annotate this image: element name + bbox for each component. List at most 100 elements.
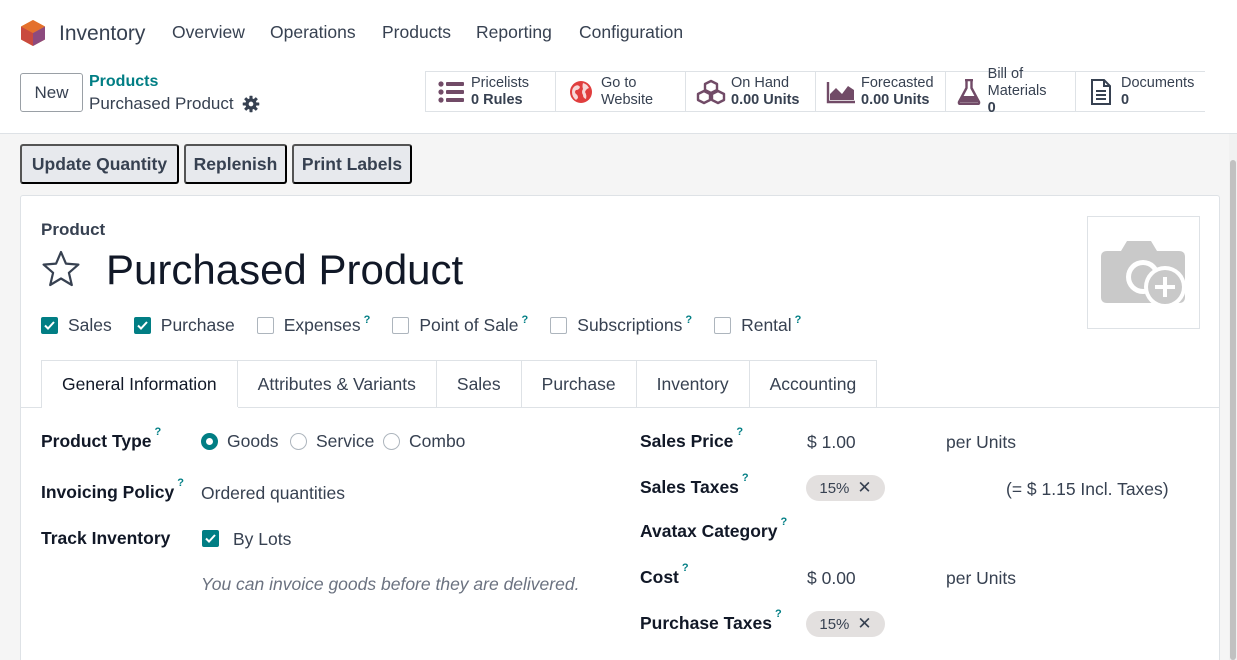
help-tooltip-icon[interactable]: ? — [780, 516, 787, 528]
invoicing-policy-label: Invoicing Policy? — [41, 477, 184, 503]
purchase-option[interactable]: Purchase — [133, 315, 235, 336]
expenses-checkbox[interactable] — [256, 316, 274, 334]
scrollbar-thumb[interactable] — [1230, 160, 1236, 660]
new-button[interactable]: New — [20, 73, 83, 112]
tab-general-information[interactable]: General Information — [41, 360, 238, 408]
sales-price-label-text: Sales Price — [640, 431, 734, 451]
flask-icon — [956, 77, 983, 107]
sales-price-incl-taxes: (= $ 1.15 Incl. Taxes) — [1006, 479, 1169, 499]
subscriptions-option[interactable]: Subscriptions? — [550, 314, 692, 336]
remove-tag-icon[interactable]: ✕ — [857, 478, 871, 498]
smart-label: Documents — [1121, 74, 1195, 91]
sales-price-input[interactable]: $ 1.00 — [807, 432, 856, 453]
tab-sales[interactable]: Sales — [435, 360, 522, 408]
tab-inventory[interactable]: Inventory — [635, 360, 750, 408]
track-inventory-checkbox[interactable] — [202, 530, 219, 547]
tab-purchase[interactable]: Purchase — [520, 360, 637, 408]
update-quantity-button[interactable]: Update Quantity — [20, 144, 179, 184]
product-name-input[interactable]: Purchased Product — [106, 246, 463, 294]
replenish-button[interactable]: Replenish — [184, 144, 287, 184]
product-type-service-label[interactable]: Service — [316, 431, 374, 452]
help-tooltip-icon[interactable]: ? — [742, 472, 749, 484]
invoicing-policy-select[interactable]: Ordered quantities — [201, 483, 345, 504]
smart-label: Forecasted — [861, 74, 934, 91]
purchase-tax-tag-label: 15% — [819, 615, 850, 633]
bill-of-materials-smart-button[interactable]: Bill of Materials 0 — [945, 66, 1075, 116]
help-tooltip-icon[interactable]: ? — [685, 314, 692, 326]
rental-option[interactable]: Rental? — [714, 314, 802, 336]
camera-plus-icon — [1100, 240, 1186, 308]
help-tooltip-icon[interactable]: ? — [177, 477, 184, 489]
scrollbar[interactable] — [1229, 134, 1237, 660]
documents-smart-button[interactable]: Documents 0 — [1075, 71, 1205, 112]
help-tooltip-icon[interactable]: ? — [775, 608, 782, 620]
cost-input[interactable]: $ 0.00 — [807, 568, 856, 589]
point-of-sale-checkbox[interactable] — [392, 316, 410, 334]
menu-reporting[interactable]: Reporting — [476, 22, 552, 43]
product-image-upload[interactable] — [1087, 216, 1200, 329]
help-tooltip-icon[interactable]: ? — [522, 314, 529, 326]
product-type-goods-label[interactable]: Goods — [227, 431, 279, 452]
sales-option[interactable]: Sales — [41, 315, 112, 336]
product-type-service-radio[interactable] — [290, 433, 307, 450]
globe-icon — [566, 77, 596, 107]
product-type-goods-radio[interactable] — [201, 433, 218, 450]
smart-buttons: Pricelists 0 Rules Go to Website On Hand… — [425, 66, 1205, 116]
forecasted-smart-button[interactable]: Forecasted 0.00 Units — [815, 71, 945, 112]
expenses-option-label: Expenses — [283, 314, 361, 335]
sales-option-label: Sales — [68, 314, 112, 335]
product-type-label: Product Type? — [41, 426, 161, 452]
smart-value: 0.00 Units — [731, 91, 800, 108]
subscriptions-option-label: Subscriptions — [577, 314, 683, 335]
gear-icon[interactable] — [242, 95, 260, 113]
menu-overview[interactable]: Overview — [172, 22, 245, 43]
print-labels-button[interactable]: Print Labels — [292, 144, 412, 184]
menu-configuration[interactable]: Configuration — [579, 22, 683, 43]
help-tooltip-icon[interactable]: ? — [682, 562, 689, 574]
purchase-taxes-label: Purchase Taxes? — [640, 608, 782, 634]
sales-checkbox[interactable] — [41, 316, 58, 334]
purchase-tax-tag[interactable]: 15% ✕ — [806, 611, 885, 637]
product-type-combo-label[interactable]: Combo — [409, 431, 465, 452]
list-icon — [436, 77, 466, 107]
tab-accounting[interactable]: Accounting — [748, 360, 878, 408]
help-tooltip-icon[interactable]: ? — [155, 426, 162, 438]
invoicing-hint-text: You can invoice goods before they are de… — [201, 574, 580, 594]
go-to-website-smart-button[interactable]: Go to Website — [555, 71, 685, 112]
smart-label: Pricelists — [471, 74, 530, 91]
smart-label: Go to — [601, 74, 637, 91]
form-view: Update Quantity Replenish Print Labels P… — [0, 134, 1237, 660]
sales-tax-tag[interactable]: 15% ✕ — [806, 475, 885, 501]
smart-label: Website — [601, 91, 654, 108]
product-options-checkboxes: Sales Purchase Expenses? Point of Sale? … — [41, 314, 823, 336]
sales-taxes-label-text: Sales Taxes — [640, 477, 739, 497]
cost-label-text: Cost — [640, 567, 679, 587]
remove-tag-icon[interactable]: ✕ — [857, 614, 871, 634]
expenses-option[interactable]: Expenses? — [256, 314, 371, 336]
app-name[interactable]: Inventory — [59, 22, 145, 46]
on-hand-smart-button[interactable]: On Hand 0.00 Units — [685, 71, 815, 112]
avatax-category-label-text: Avatax Category — [640, 521, 778, 541]
product-type-combo-radio[interactable] — [383, 433, 400, 450]
smart-value: 0.00 Units — [861, 91, 930, 108]
sales-taxes-label: Sales Taxes? — [640, 472, 749, 498]
menu-products[interactable]: Products — [382, 22, 451, 43]
purchase-checkbox[interactable] — [133, 316, 151, 334]
menu-operations[interactable]: Operations — [270, 22, 356, 43]
help-tooltip-icon[interactable]: ? — [736, 426, 743, 438]
pricelists-smart-button[interactable]: Pricelists 0 Rules — [425, 71, 555, 112]
breadcrumb-products-link[interactable]: Products — [89, 73, 158, 91]
smart-value: 0 — [987, 100, 996, 116]
sales-tax-tag-label: 15% — [819, 479, 850, 497]
tracking-select[interactable]: By Lots — [233, 529, 291, 550]
help-tooltip-icon[interactable]: ? — [795, 314, 802, 326]
smart-label: On Hand — [731, 74, 790, 91]
rental-checkbox[interactable] — [714, 316, 732, 334]
favorite-star-icon[interactable] — [41, 249, 81, 289]
invoicing-policy-label-text: Invoicing Policy — [41, 482, 175, 502]
tab-attributes-variants[interactable]: Attributes & Variants — [236, 360, 437, 408]
help-tooltip-icon[interactable]: ? — [364, 314, 371, 326]
subscriptions-checkbox[interactable] — [550, 316, 568, 334]
inventory-app-logo-icon[interactable] — [20, 19, 46, 47]
point-of-sale-option[interactable]: Point of Sale? — [392, 314, 529, 336]
